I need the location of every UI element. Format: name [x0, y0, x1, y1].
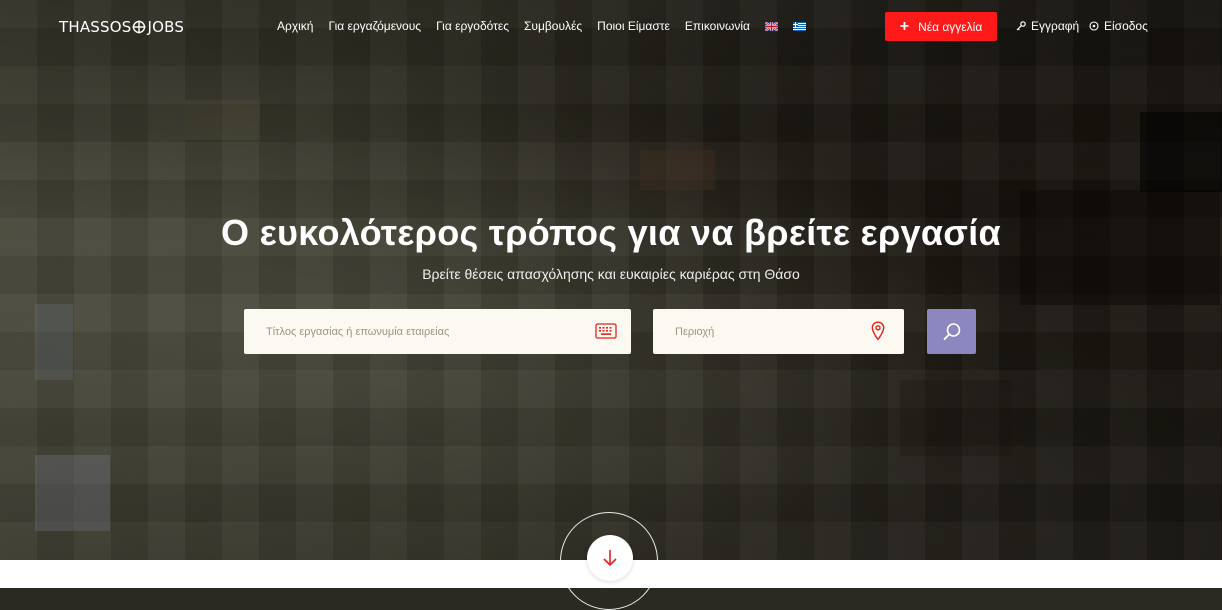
scroll-down-button[interactable] [587, 535, 633, 581]
nav-for-employers[interactable]: Για εργοδότες [436, 19, 509, 33]
register-link[interactable]: Εγγραφή [1016, 19, 1079, 33]
login-link[interactable]: Είσοδος [1089, 19, 1148, 33]
plus-icon: + [899, 17, 910, 35]
logo-text-left: THASSOS [59, 18, 132, 36]
greek-flag-icon[interactable] [793, 21, 806, 31]
nav-contact[interactable]: Επικοινωνία [685, 19, 750, 33]
key-icon [1016, 21, 1026, 31]
new-ad-button[interactable]: + Νέα αγγελία [885, 12, 997, 41]
search-icon [942, 322, 960, 340]
login-label: Είσοδος [1104, 19, 1148, 33]
search-button[interactable] [927, 309, 976, 354]
location-input[interactable] [653, 324, 904, 339]
hero-subtitle: Βρείτε θέσεις απασχόλησης και ευκαιρίες … [422, 266, 800, 282]
nav-home[interactable]: Αρχική [277, 19, 313, 33]
top-navbar: THASSOS JOBS Αρχική Για εργαζόμενους Για… [0, 0, 1222, 54]
location-pin-icon [871, 321, 885, 341]
nav-about[interactable]: Ποιοι Είμαστε [597, 19, 670, 33]
hero-title: Ο ευκολότερος τρόπος για να βρείτε εργασ… [221, 212, 1001, 253]
location-search-field [653, 309, 904, 354]
nav-tips[interactable]: Συμβουλές [524, 19, 582, 33]
english-flag-icon[interactable] [765, 21, 778, 31]
new-ad-label: Νέα αγγελία [918, 19, 983, 34]
logo-text-right: JOBS [147, 18, 185, 36]
compass-cross-icon [132, 20, 146, 34]
keyword-search-field [244, 309, 631, 354]
power-icon [1089, 21, 1099, 31]
arrow-down-icon [603, 550, 617, 567]
keyword-search-input[interactable] [244, 324, 631, 339]
keyboard-icon [595, 323, 617, 339]
nav-for-employees[interactable]: Για εργαζόμενους [328, 19, 421, 33]
register-label: Εγγραφή [1031, 19, 1080, 33]
site-logo[interactable]: THASSOS JOBS [59, 18, 184, 36]
main-navigation: Αρχική Για εργαζόμενους Για εργοδότες Συ… [277, 19, 821, 33]
